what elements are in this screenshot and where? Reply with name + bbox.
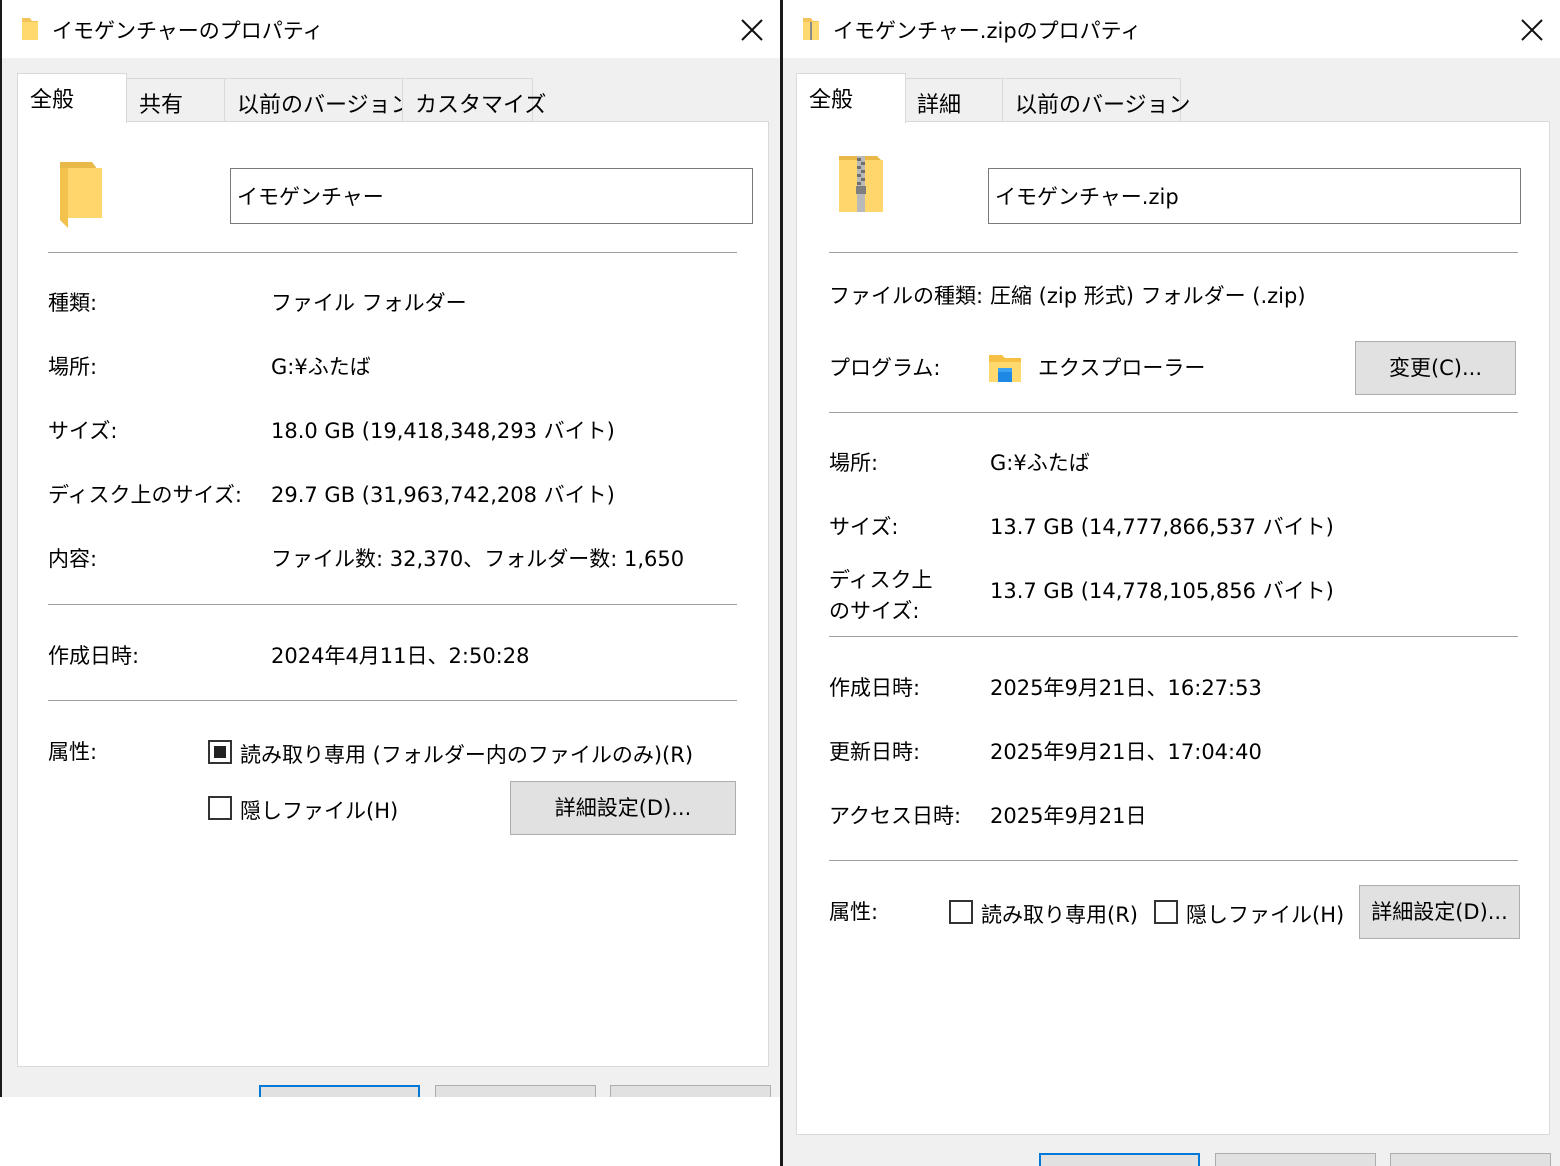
- ok-button[interactable]: [259, 1085, 420, 1097]
- close-icon[interactable]: [730, 8, 774, 52]
- location-label: 場所:: [829, 451, 879, 475]
- attributes-label: 属性:: [829, 900, 879, 924]
- zip-properties-dialog: イモゲンチャー.zipのプロパティ 詳細 以前のバージョン 全般 ファイルの種類…: [780, 0, 1560, 1166]
- cancel-button[interactable]: [1215, 1153, 1376, 1166]
- disk-size-label: ディスク上のサイズ:: [48, 483, 242, 507]
- zip-folder-icon: [803, 18, 819, 40]
- general-panel: [17, 121, 769, 1067]
- separator: [829, 636, 1518, 637]
- cancel-button[interactable]: [435, 1085, 596, 1097]
- title-bar[interactable]: イモゲンチャーのプロパティ: [2, 0, 780, 58]
- separator: [829, 252, 1518, 253]
- window-title: イモゲンチャー.zipのプロパティ: [833, 19, 1142, 43]
- modified-label: 更新日時:: [829, 740, 921, 764]
- tab-details[interactable]: 詳細: [904, 78, 1003, 122]
- contents-label: 内容:: [48, 547, 98, 571]
- separator: [48, 252, 737, 253]
- advanced-button[interactable]: 詳細設定(D)...: [1359, 885, 1520, 939]
- title-bar[interactable]: イモゲンチャー.zipのプロパティ: [783, 0, 1560, 58]
- advanced-button[interactable]: 詳細設定(D)...: [510, 781, 736, 835]
- disk-size-label: ディスク上 のサイズ:: [829, 565, 933, 627]
- attributes-label: 属性:: [48, 740, 98, 764]
- window-title: イモゲンチャーのプロパティ: [52, 19, 324, 43]
- separator: [48, 604, 737, 605]
- apply-button[interactable]: [1390, 1153, 1551, 1166]
- hidden-label: 隠しファイル(H): [1186, 903, 1345, 927]
- tab-sharing[interactable]: 共有: [126, 78, 225, 122]
- created-label: 作成日時:: [829, 676, 921, 700]
- ok-button[interactable]: [1039, 1153, 1200, 1166]
- size-label: サイズ:: [829, 515, 899, 539]
- tab-general[interactable]: 全般: [796, 73, 906, 123]
- contents-value: ファイル数: 32,370、フォルダー数: 1,650: [271, 547, 685, 571]
- tab-previous-versions[interactable]: 以前のバージョン: [224, 78, 413, 122]
- type-value: ファイル フォルダー: [271, 291, 467, 315]
- readonly-checkbox[interactable]: [949, 900, 973, 924]
- readonly-label: 読み取り専用 (フォルダー内のファイルのみ)(R): [240, 743, 694, 767]
- change-program-button[interactable]: 変更(C)...: [1355, 341, 1516, 395]
- separator: [48, 700, 737, 701]
- folder-large-icon: [60, 162, 102, 228]
- folder-icon: [22, 18, 38, 40]
- tab-previous-versions[interactable]: 以前のバージョン: [1002, 78, 1191, 122]
- hidden-checkbox[interactable]: [208, 796, 232, 820]
- folder-properties-dialog: イモゲンチャーのプロパティ 共有 以前のバージョン カスタマイズ 全般 種類: …: [0, 0, 780, 1097]
- created-label: 作成日時:: [48, 644, 140, 668]
- file-type-label: ファイルの種類:: [829, 284, 984, 308]
- disk-size-label-line1: ディスク上: [829, 568, 933, 592]
- location-value: G:¥ふたば: [271, 355, 371, 379]
- location-label: 場所:: [48, 355, 98, 379]
- readonly-checkbox[interactable]: [208, 740, 232, 764]
- separator: [829, 860, 1518, 861]
- explorer-icon: [989, 355, 1021, 382]
- program-value: エクスプローラー: [1038, 356, 1206, 380]
- folder-name-input[interactable]: [230, 168, 753, 224]
- size-value: 13.7 GB (14,777,866,537 バイト): [990, 515, 1334, 539]
- created-value: 2024年4月11日、2:50:28: [271, 644, 530, 668]
- zip-name-input[interactable]: [988, 168, 1521, 224]
- size-label: サイズ:: [48, 419, 118, 443]
- accessed-label: アクセス日時:: [829, 804, 962, 828]
- accessed-value: 2025年9月21日: [990, 804, 1147, 828]
- created-value: 2025年9月21日、16:27:53: [990, 676, 1262, 700]
- readonly-label: 読み取り専用(R): [981, 903, 1138, 927]
- hidden-checkbox[interactable]: [1154, 900, 1178, 924]
- size-value: 18.0 GB (19,418,348,293 バイト): [271, 419, 615, 443]
- disk-size-value: 13.7 GB (14,778,105,856 バイト): [990, 579, 1334, 603]
- separator: [829, 412, 1518, 413]
- tab-customize[interactable]: カスタマイズ: [402, 78, 546, 122]
- general-panel: [796, 121, 1550, 1135]
- location-value: G:¥ふたば: [990, 451, 1090, 475]
- type-label: 種類:: [48, 291, 98, 315]
- disk-size-value: 29.7 GB (31,963,742,208 バイト): [271, 483, 615, 507]
- zip-folder-large-icon: [839, 156, 883, 212]
- hidden-label: 隠しファイル(H): [240, 799, 399, 823]
- program-label: プログラム:: [829, 356, 941, 380]
- file-type-value: 圧縮 (zip 形式) フォルダー (.zip): [990, 284, 1306, 308]
- disk-size-label-line2: のサイズ:: [829, 599, 920, 623]
- close-icon[interactable]: [1510, 8, 1554, 52]
- tab-general[interactable]: 全般: [17, 73, 127, 123]
- apply-button[interactable]: [610, 1085, 771, 1097]
- modified-value: 2025年9月21日、17:04:40: [990, 740, 1262, 764]
